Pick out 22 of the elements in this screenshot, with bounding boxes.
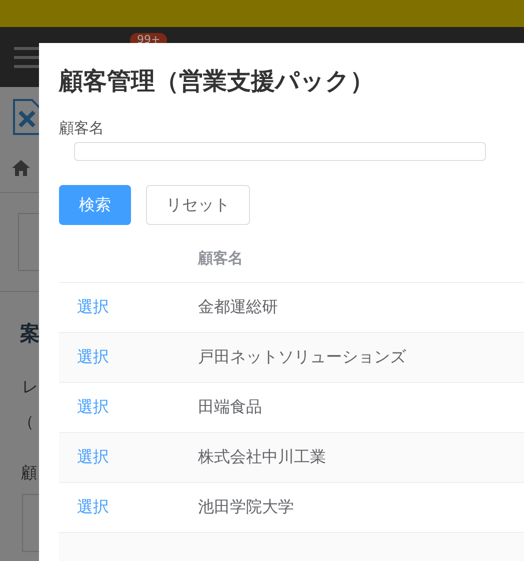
field-label: 顧客名 [59,119,104,138]
background-label: 顧 [21,463,38,484]
select-link[interactable]: 選択 [77,447,109,466]
select-link[interactable]: 選択 [77,497,109,516]
column-header: 顧客名 [198,249,243,268]
table-cell: 田端食品 [198,397,262,418]
select-link[interactable]: 選択 [77,397,109,416]
search-button[interactable]: 検索 [59,185,131,225]
customer-name-field[interactable] [74,142,486,161]
background-heading: 案 [20,320,41,347]
table-cell: 池田学院大学 [198,497,294,518]
menu-icon[interactable] [14,47,40,69]
select-link[interactable]: 選択 [77,297,109,316]
select-link[interactable]: 選択 [77,347,109,366]
table-cell: 戸田ネットソリューションズ [198,347,406,368]
background-text: （ [18,412,35,433]
background-text: レ [22,377,39,398]
home-icon[interactable] [12,160,30,176]
table-cell: 株式会社中川工業 [198,447,326,468]
dialog-title: 顧客管理（営業支援パック） [59,66,375,97]
reset-button[interactable]: リセット [146,185,250,225]
table-cell: 金都運総研 [198,297,278,318]
